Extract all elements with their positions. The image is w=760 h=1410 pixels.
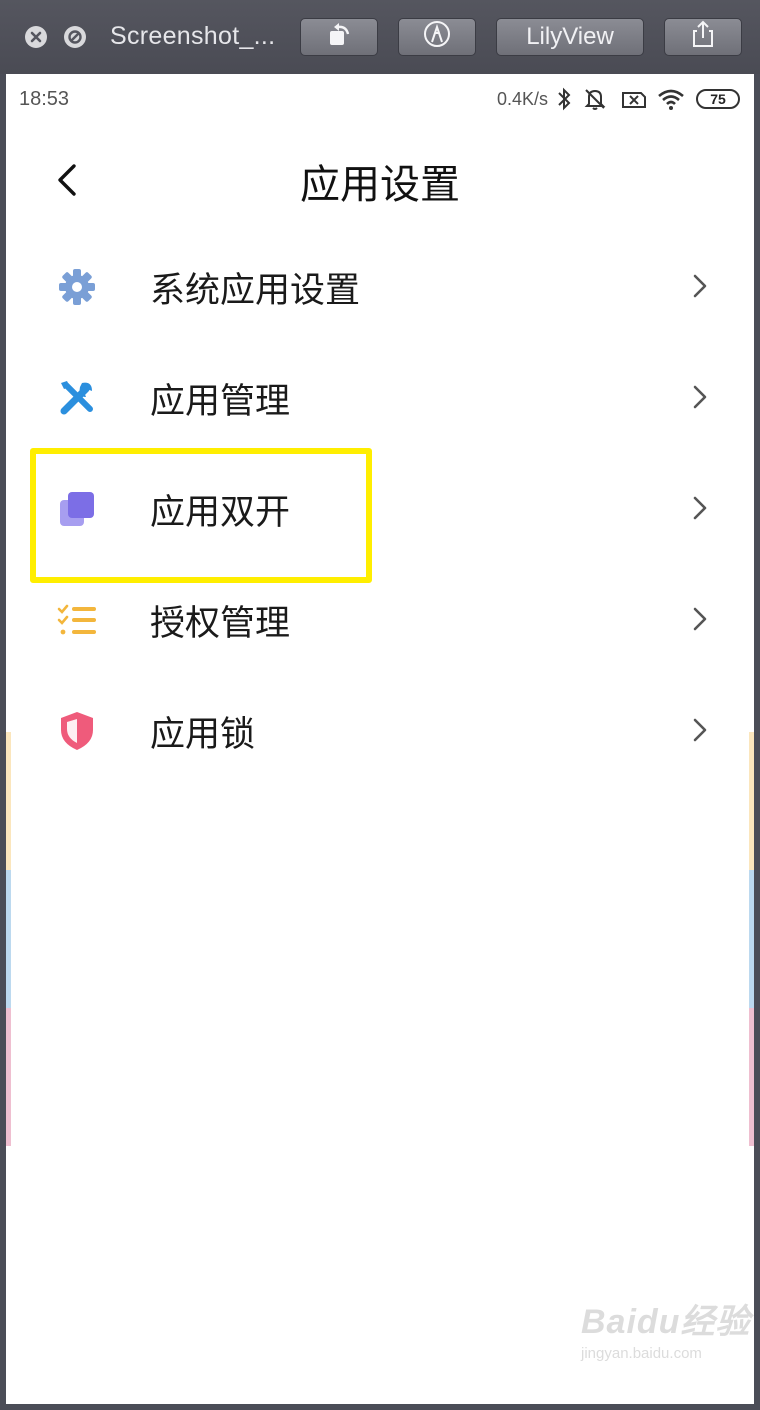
battery-indicator: 75: [696, 89, 740, 109]
lilyview-button[interactable]: LilyView: [496, 18, 644, 56]
edge-strip-blue-left: [6, 870, 11, 1008]
menu-item-system-app-settings[interactable]: 系统应用设置: [6, 230, 754, 341]
phone-screen: 18:53 0.4K/s 75 应用设置 系统应用设置 应用管理 应用双开 授权…: [6, 74, 754, 1404]
shield-icon: [56, 710, 98, 752]
page-header: 应用设置: [6, 134, 754, 224]
edge-strip-pink-left: [6, 1008, 11, 1146]
edge-strip-blue-right: [749, 870, 754, 1008]
close-icon[interactable]: [25, 26, 47, 48]
share-button[interactable]: [664, 18, 742, 56]
network-speed: 0.4K/s: [497, 89, 549, 109]
mute-bell-icon: [582, 86, 608, 116]
menu-item-label: 系统应用设置: [150, 271, 361, 311]
markup-pen-icon: [422, 19, 452, 56]
no-sim-icon: [620, 86, 648, 116]
watermark: Baidu经验 jingyan.baidu.com: [581, 1294, 750, 1362]
wifi-icon: [656, 86, 686, 116]
chevron-right-icon: [690, 272, 710, 300]
gear-icon: [56, 266, 98, 308]
chevron-right-icon: [690, 605, 710, 633]
menu-item-app-lock[interactable]: 应用锁: [6, 674, 754, 785]
status-bar: 18:53 0.4K/s 75: [6, 74, 754, 124]
menu-item-label: 授权管理: [150, 604, 291, 644]
status-time: 18:53: [19, 88, 70, 110]
edge-strip-yellow-right: [749, 732, 754, 870]
chevron-right-icon: [690, 383, 710, 411]
watermark-brand: Baidu经验: [581, 1303, 751, 1341]
preview-toolbar: Screenshot_... LilyView: [0, 0, 760, 74]
edge-strip-pink-right: [749, 1008, 754, 1146]
highlight-annotation: [30, 448, 372, 583]
bluetooth-icon: [556, 86, 572, 116]
menu-item-label: 应用锁: [150, 715, 256, 755]
menu-item-app-management[interactable]: 应用管理: [6, 341, 754, 452]
menu-item-label: 应用管理: [150, 382, 291, 422]
tools-icon: [56, 377, 98, 419]
share-icon: [689, 19, 717, 56]
document-title: Screenshot_...: [110, 22, 276, 50]
page-title: 应用设置: [300, 162, 460, 208]
edge-strip-yellow-left: [6, 732, 11, 870]
rotate-icon: [324, 20, 354, 55]
checklist-icon: [56, 599, 98, 641]
rotate-button[interactable]: [300, 18, 378, 56]
chevron-right-icon: [690, 716, 710, 744]
block-icon[interactable]: [64, 26, 86, 48]
watermark-url: jingyan.baidu.com: [581, 1345, 702, 1362]
markup-button[interactable]: [398, 18, 476, 56]
chevron-right-icon: [690, 494, 710, 522]
